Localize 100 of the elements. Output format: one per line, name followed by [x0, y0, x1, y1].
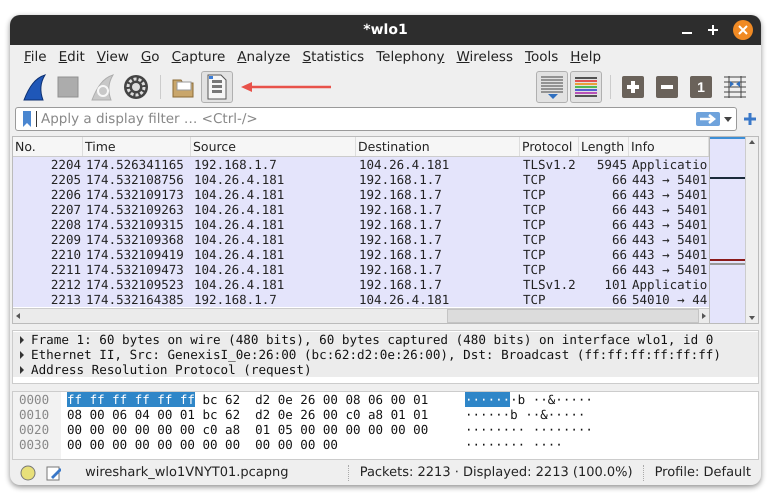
- packet-row[interactable]: 2205 174.532108756 104.26.4.181 192.168.1.7 TCP 66 443 → 5401: [13, 172, 709, 187]
- table-cell-text: 2207: [50, 202, 82, 217]
- packet-row[interactable]: 2207 174.532109263 104.26.4.181 192.168.1.7 TCP 66 443 → 5401: [13, 202, 709, 217]
- maximize-icon[interactable]: [707, 24, 719, 36]
- table-cell-text: 192.168.1.7: [358, 247, 443, 262]
- resize-columns-icon: [723, 75, 747, 99]
- vertical-scrollbar[interactable]: [745, 137, 758, 323]
- selected-bytes[interactable]: ff ff ff ff ff ff: [67, 392, 195, 407]
- column-header[interactable]: No.: [13, 137, 83, 156]
- table-cell-text: TCP: [522, 172, 547, 187]
- table-cell-text: 2212: [50, 277, 82, 292]
- packet-row[interactable]: 2213 174.532164385 192.168.1.7 104.26.4.181 TCP 66 54010 → 44: [13, 292, 709, 307]
- ascii-bytes: ······b ··&·····: [465, 407, 586, 422]
- colorize-button[interactable]: [570, 71, 602, 103]
- table-cell-text: 192.168.1.7: [358, 172, 443, 187]
- table-cell-text: 66: [610, 232, 628, 247]
- table-cell-text: 2210: [50, 247, 82, 262]
- table-cell-text: 192.168.1.7: [358, 202, 443, 217]
- table-cell-text: 174.532109368: [85, 232, 185, 247]
- table-cell-text: 443 → 5401: [631, 202, 708, 217]
- display-filter-field[interactable]: Apply a display filter … <Ctrl-/>: [15, 107, 737, 131]
- menu-item[interactable]: Tools: [518, 47, 564, 67]
- hex-bytes: 00 00 00 00 00 00 00 00 00 00 00 00: [67, 437, 338, 452]
- menu-item[interactable]: Statistics: [296, 47, 370, 67]
- menu-item[interactable]: File: [18, 47, 53, 67]
- table-cell-text: 192.168.1.7: [193, 292, 278, 307]
- table-cell-text: 2213: [50, 292, 82, 307]
- normal-size-button[interactable]: 1: [685, 71, 717, 103]
- table-cell-text: 66: [610, 247, 628, 262]
- column-header[interactable]: Time: [83, 137, 191, 156]
- table-cell-text: 174.532108756: [85, 172, 185, 187]
- autoscroll-icon: [539, 74, 565, 100]
- packet-row[interactable]: 2212 174.532109523 104.26.4.181 192.168.1.7 TLSv1.2 101 Applicatio: [13, 277, 709, 292]
- ascii-bytes: ········ ····: [465, 437, 563, 452]
- table-cell-text: 2211: [50, 262, 82, 277]
- menu-item[interactable]: Telephony: [370, 47, 450, 67]
- table-cell-text: 174.532109419: [85, 247, 185, 262]
- table-cell-text: 104.26.4.181: [193, 262, 286, 277]
- add-filter-icon[interactable]: [743, 112, 757, 126]
- autoscroll-button[interactable]: [536, 71, 568, 103]
- table-cell-text: 104.26.4.181: [358, 292, 450, 307]
- display-filter-input[interactable]: Apply a display filter … <Ctrl-/>: [36, 111, 696, 127]
- table-cell-text: 104.26.4.181: [193, 232, 286, 247]
- table-cell-text: 2209: [50, 232, 82, 247]
- packet-row[interactable]: 2210 174.532109419 104.26.4.181 192.168.1.7 TCP 66 443 → 5401: [13, 247, 709, 262]
- table-cell-text: 104.26.4.181: [193, 202, 286, 217]
- packet-row[interactable]: 2209 174.532109368 104.26.4.181 192.168.1.7 TCP 66 443 → 5401: [13, 232, 709, 247]
- table-cell-text: TCP: [522, 262, 547, 277]
- table-cell-text: 66: [610, 217, 628, 232]
- table-cell-text: 104.26.4.181: [193, 172, 286, 187]
- table-cell-text: TLSv1.2: [522, 277, 577, 292]
- menu-item[interactable]: Go: [134, 47, 166, 67]
- capture-file-name: wireshark_wlo1VNYT01.pcapng: [85, 465, 290, 480]
- stop-icon: [57, 76, 79, 98]
- edit-comment-icon[interactable]: [46, 464, 62, 480]
- close-icon[interactable]: [733, 20, 753, 40]
- table-cell-text: 2208: [50, 217, 82, 232]
- byte-offset: 0030: [19, 437, 50, 452]
- menu-item[interactable]: Wireless: [450, 47, 519, 67]
- profile-label[interactable]: Profile: Default: [654, 465, 751, 480]
- menu-item[interactable]: Help: [564, 47, 608, 67]
- table-cell-text: 192.168.1.7: [193, 157, 278, 172]
- restart-fin-icon: [89, 73, 115, 101]
- settings-icon: [123, 74, 149, 100]
- table-cell-text: TCP: [522, 217, 547, 232]
- table-cell-text: 174.532109263: [85, 202, 185, 217]
- column-header[interactable]: Source: [191, 137, 356, 156]
- table-cell-text: 101: [603, 277, 628, 292]
- column-header[interactable]: Length: [579, 137, 629, 156]
- table-cell-text: 104.26.4.181: [193, 277, 286, 292]
- table-cell-text: 5945: [596, 157, 628, 172]
- column-header[interactable]: Destination: [356, 137, 520, 156]
- colorize-icon: [573, 75, 599, 99]
- packet-row[interactable]: 2208 174.532109315 104.26.4.181 192.168.1.7 TCP 66 443 → 5401: [13, 217, 709, 232]
- status-indicator-icon: [20, 464, 36, 480]
- table-cell-text: 66: [610, 292, 628, 307]
- table-cell-text: 174.532109173: [85, 187, 185, 202]
- packet-row[interactable]: 2206 174.532109173 104.26.4.181 192.168.1.7 TCP 66 443 → 5401: [13, 187, 709, 202]
- table-cell-text: 2206: [50, 187, 82, 202]
- table-cell-text: 66: [610, 172, 628, 187]
- table-cell-text: 66: [610, 187, 628, 202]
- bookmark-icon[interactable]: [20, 110, 34, 128]
- packet-row[interactable]: 2211 174.532109473 104.26.4.181 192.168.1.7 TCP 66 443 → 5401: [13, 262, 709, 277]
- menu-item[interactable]: Analyze: [231, 47, 296, 67]
- table-cell-text: 174.532109473: [85, 262, 185, 277]
- table-cell-text: 192.168.1.7: [358, 277, 443, 292]
- table-cell-text: 2205: [50, 172, 82, 187]
- packet-row[interactable]: 2204 174.526341165 192.168.1.7 104.26.4.181 TLSv1.2 5945 Applicatio: [13, 157, 709, 172]
- menu-item[interactable]: Edit: [52, 47, 91, 67]
- table-cell-text: TCP: [522, 247, 547, 262]
- menu-item[interactable]: Capture: [166, 47, 232, 67]
- menu-item[interactable]: View: [90, 47, 135, 67]
- ascii-bytes: ········ ········: [465, 422, 593, 437]
- hexfile-button[interactable]: [201, 71, 233, 103]
- table-cell-text: 443 → 5401: [631, 247, 708, 262]
- selected-ascii[interactable]: ······: [465, 392, 510, 407]
- zoom-in-icon: [622, 76, 644, 98]
- horizontal-scrollbar[interactable]: [13, 308, 709, 323]
- table-cell-text: TCP: [522, 202, 547, 217]
- column-header[interactable]: Protocol: [520, 137, 579, 156]
